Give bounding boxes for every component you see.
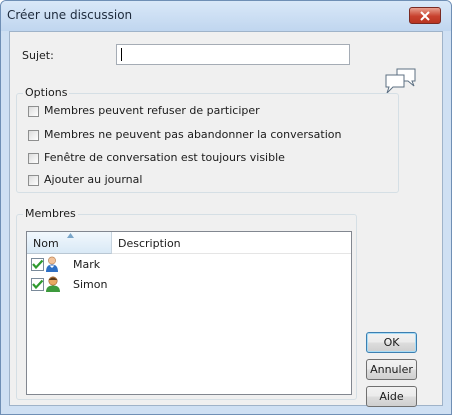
- cancel-button[interactable]: Annuler: [366, 359, 417, 380]
- no-leave-label[interactable]: Membres ne peuvent pas abandonner la con…: [44, 128, 341, 141]
- options-group: Options Membres peuvent refuser de parti…: [16, 86, 399, 193]
- column-header-description[interactable]: Description: [112, 232, 351, 254]
- always-visible-checkbox[interactable]: [28, 153, 39, 164]
- subject-label: Sujet:: [22, 49, 54, 62]
- close-button[interactable]: [409, 7, 441, 24]
- dialog-body: Sujet: Options Membres peuvent refuser d…: [9, 31, 443, 407]
- members-title: Membres: [23, 207, 78, 220]
- members-list[interactable]: Nom Description Mark Simon: [26, 231, 352, 395]
- member-row-mark[interactable]: Mark: [27, 255, 112, 275]
- members-group: Membres Nom Description Mark Simon: [16, 207, 357, 400]
- member-row-simon[interactable]: Simon: [27, 275, 112, 295]
- member-checkbox-mark[interactable]: [31, 258, 44, 271]
- no-leave-checkbox[interactable]: [28, 130, 39, 141]
- help-button[interactable]: Aide: [366, 386, 417, 407]
- ok-button[interactable]: OK: [366, 332, 417, 353]
- subject-input[interactable]: [116, 44, 350, 65]
- member-name-mark: Mark: [73, 258, 101, 271]
- column-name-label: Nom: [33, 237, 59, 250]
- member-name-simon: Simon: [73, 278, 108, 291]
- options-title: Options: [23, 86, 70, 99]
- column-header-name[interactable]: Nom: [27, 232, 112, 254]
- discussion-icon: [385, 68, 416, 94]
- text-caret: [121, 48, 122, 61]
- dialog-window: Créer une discussion Sujet: Options Memb…: [0, 0, 452, 415]
- sort-ascending-icon: [67, 233, 74, 238]
- refuse-checkbox[interactable]: [28, 106, 39, 117]
- add-to-journal-label[interactable]: Ajouter au journal: [44, 173, 142, 186]
- column-description-label: Description: [118, 237, 181, 250]
- user-icon: [46, 276, 60, 292]
- window-title: Créer une discussion: [7, 8, 133, 22]
- member-checkbox-simon[interactable]: [31, 278, 44, 291]
- add-to-journal-checkbox[interactable]: [28, 175, 39, 186]
- title-bar[interactable]: Créer une discussion: [1, 1, 451, 31]
- always-visible-label[interactable]: Fenêtre de conversation est toujours vis…: [44, 151, 285, 164]
- male-user-icon: [46, 256, 58, 272]
- refuse-label[interactable]: Membres peuvent refuser de participer: [44, 104, 260, 117]
- close-icon: [420, 11, 430, 21]
